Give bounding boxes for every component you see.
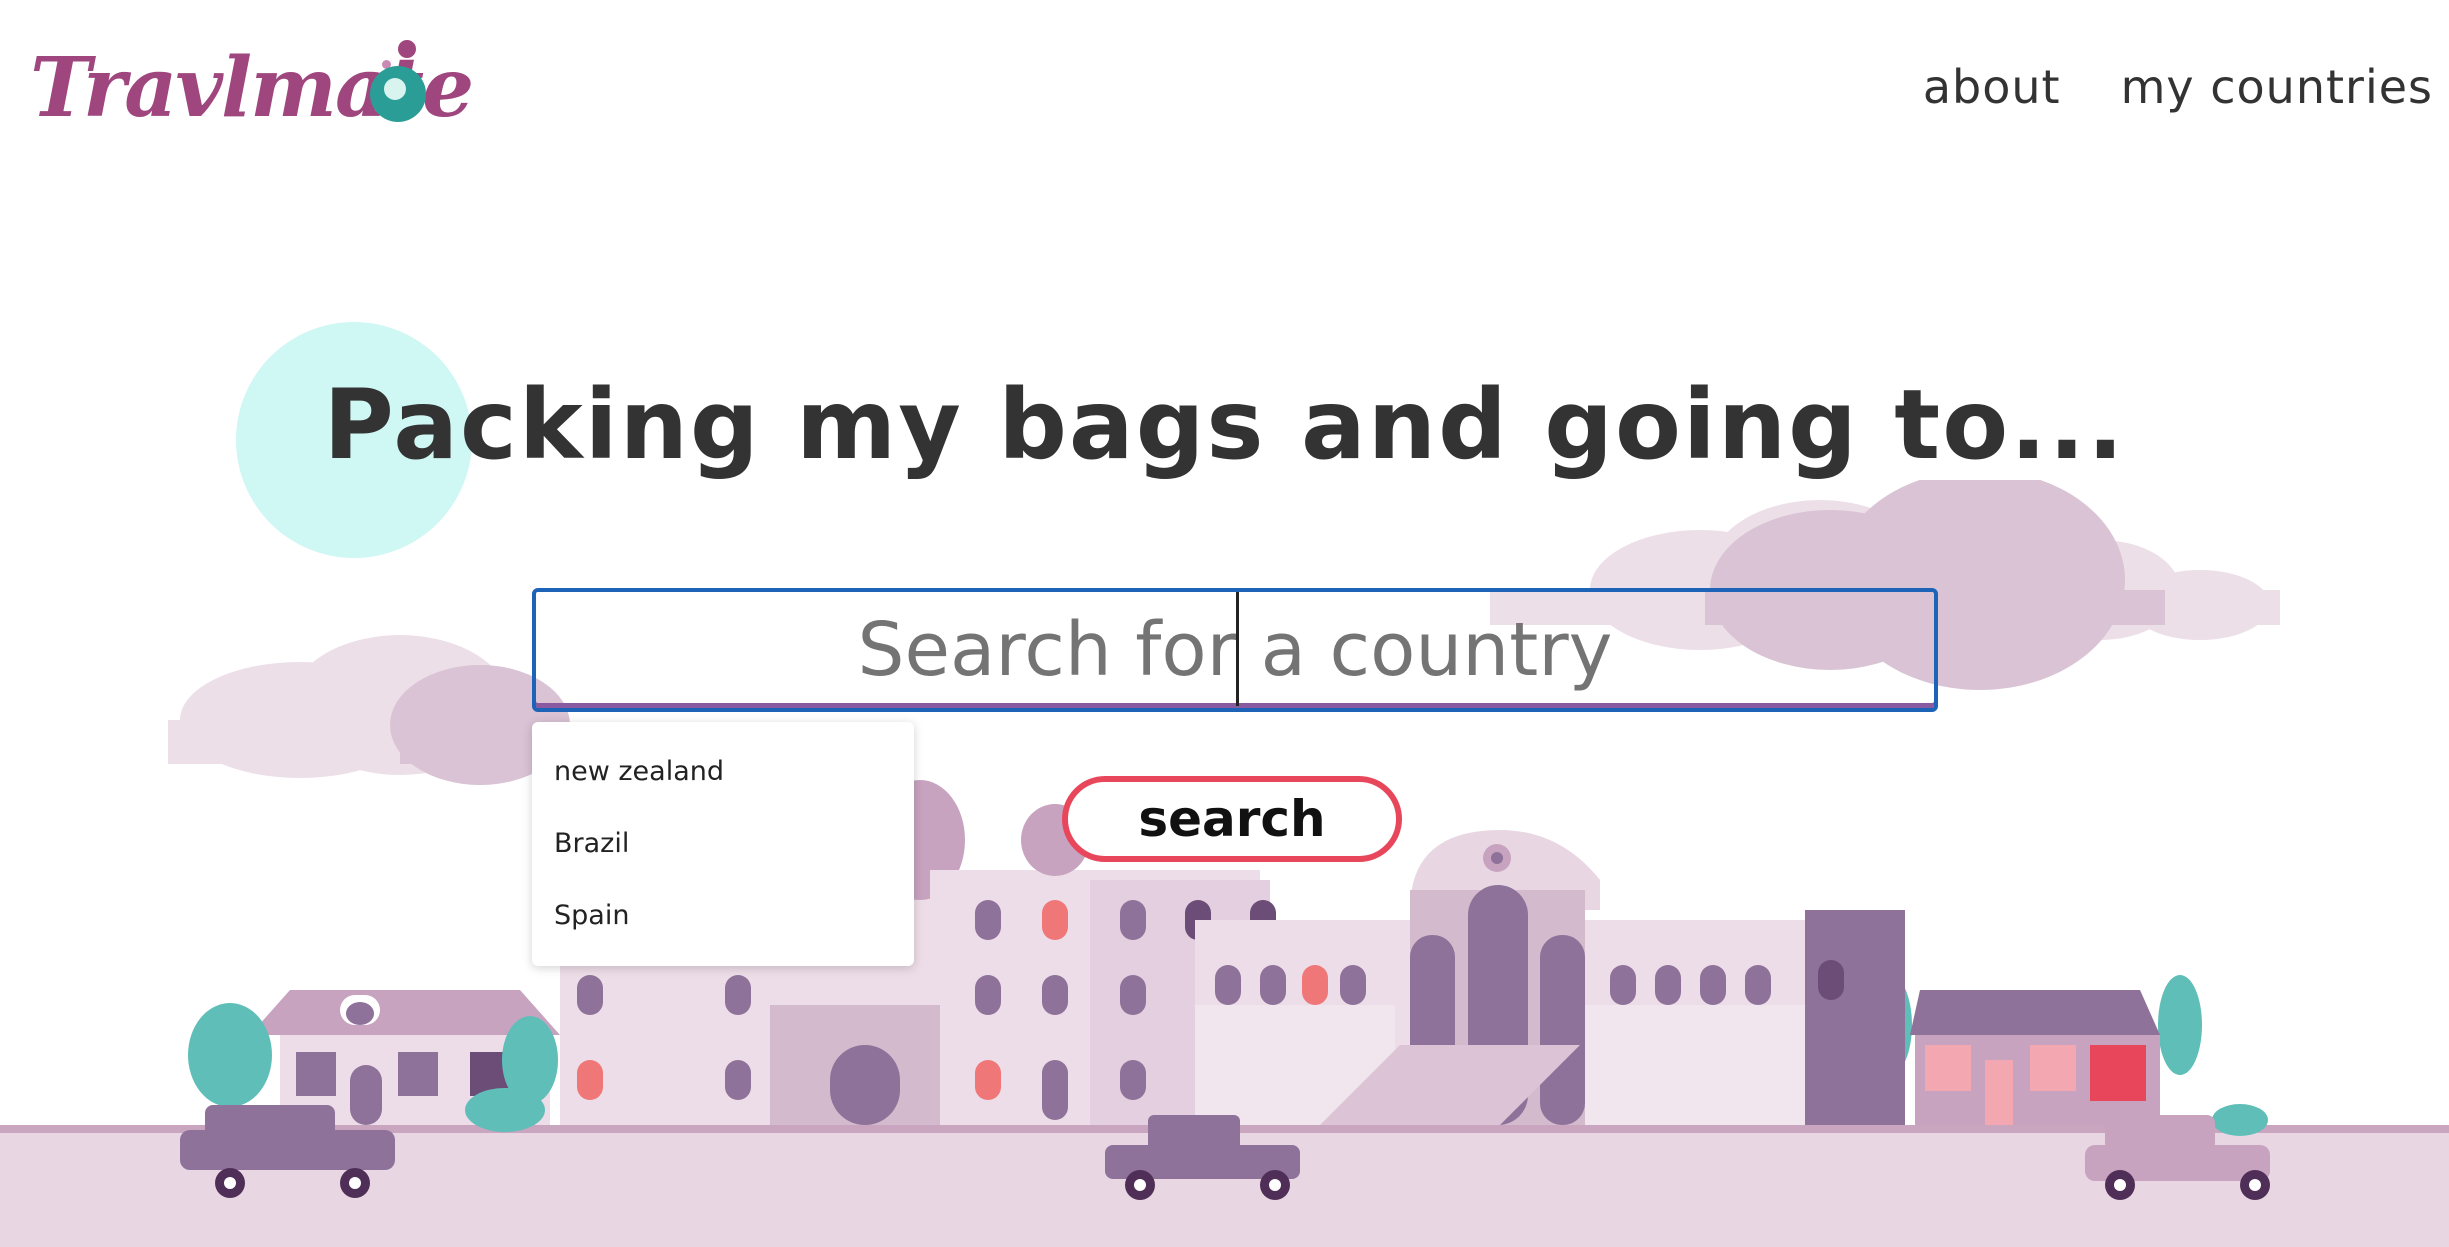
country-search-input[interactable] xyxy=(532,588,1938,712)
search-button[interactable]: search xyxy=(1062,776,1402,862)
right-house xyxy=(1910,990,2160,1125)
suggestion-spain[interactable]: Spain xyxy=(532,880,914,952)
nav-link-about[interactable]: about xyxy=(1923,60,2061,114)
palace xyxy=(1195,830,1905,1125)
logo-dot xyxy=(398,40,416,58)
nav-link-my-countries[interactable]: my countries xyxy=(2121,60,2433,114)
text-caret xyxy=(1236,592,1239,706)
page-title: Packing my bags and going to... xyxy=(323,369,2126,481)
autocomplete-dropdown: new zealand Brazil Spain xyxy=(532,722,914,966)
suggestion-brazil[interactable]: Brazil xyxy=(532,808,914,880)
top-nav: about my countries xyxy=(1923,60,2433,114)
suggestion-new-zealand[interactable]: new zealand xyxy=(532,736,914,808)
globe-icon xyxy=(370,66,426,122)
logo[interactable]: Travlmate xyxy=(30,38,474,148)
